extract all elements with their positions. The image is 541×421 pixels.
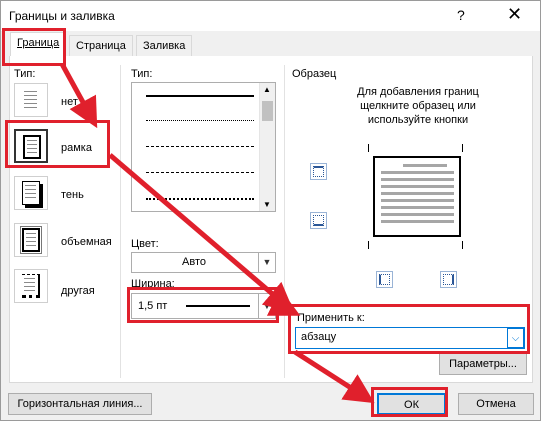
left-border-button[interactable]: [376, 271, 393, 288]
left-border-icon: [379, 274, 390, 285]
apply-to-select[interactable]: абзацу ⌵: [295, 327, 525, 349]
box-border-icon: [23, 135, 41, 159]
tab-shading[interactable]: Заливка: [136, 35, 193, 57]
preview-label: Образец: [292, 68, 337, 80]
apply-to-value: абзацу: [301, 331, 337, 343]
scroll-up-icon[interactable]: ▲: [263, 85, 271, 94]
chevron-down-icon[interactable]: ▼: [258, 253, 275, 272]
shadow-border-icon: [22, 181, 40, 205]
line-style-dashed[interactable]: [146, 172, 254, 173]
custom-border-icon: [22, 274, 40, 298]
divider: [284, 65, 285, 378]
top-border-icon: [313, 166, 324, 177]
cancel-button[interactable]: Отмена: [458, 393, 534, 415]
setting-box-button[interactable]: [14, 129, 48, 163]
width-select[interactable]: 1,5 пт ▼: [131, 293, 276, 319]
color-select[interactable]: Авто ▼: [131, 252, 276, 273]
setting-none-label: нет: [61, 96, 78, 108]
line-style-dotted[interactable]: [146, 120, 254, 121]
options-button[interactable]: Параметры...: [439, 353, 527, 375]
tab-shading-label: Заливка: [143, 40, 186, 52]
chevron-down-icon[interactable]: ⌵: [507, 328, 524, 348]
width-value: 1,5 пт: [138, 300, 168, 312]
preview-area[interactable]: [373, 156, 461, 237]
setting-3d-label: объемная: [61, 236, 112, 248]
width-sample-line: [186, 305, 250, 307]
scroll-thumb[interactable]: [262, 101, 273, 121]
bottom-border-button[interactable]: [310, 212, 327, 229]
tab-page-label: Страница: [76, 40, 126, 52]
line-style-dashed-small[interactable]: [146, 146, 254, 147]
none-border-icon: [22, 88, 40, 112]
right-border-button[interactable]: [440, 271, 457, 288]
tab-page[interactable]: Страница: [69, 35, 133, 57]
help-icon[interactable]: ?: [457, 7, 465, 23]
ok-button[interactable]: ОК: [377, 393, 446, 415]
setting-custom-label: другая: [61, 285, 95, 297]
style-label: Тип:: [131, 68, 153, 80]
line-style-dash-dot[interactable]: [146, 198, 254, 200]
setting-custom-button[interactable]: [14, 269, 48, 303]
line-style-solid[interactable]: [146, 95, 254, 97]
right-border-icon: [443, 274, 454, 285]
apply-to-label: Применить к:: [297, 312, 365, 324]
setting-box-label: рамка: [61, 142, 92, 154]
setting-3d-button[interactable]: [14, 223, 48, 257]
horizontal-line-button[interactable]: Горизонтальная линия...: [8, 393, 152, 415]
setting-label: Тип:: [14, 68, 36, 80]
setting-shadow-button[interactable]: [14, 176, 48, 210]
preview-hint: Для добавления границ щелкните образец и…: [357, 86, 479, 126]
title-bar: Границы и заливка ? ✕: [1, 1, 540, 31]
setting-none-button[interactable]: [14, 83, 48, 117]
top-border-button[interactable]: [310, 163, 327, 180]
borders-and-shading-dialog: Границы и заливка ? ✕ Граница Страница З…: [0, 0, 541, 421]
tab-border[interactable]: Граница: [10, 32, 67, 57]
width-label: Ширина:: [131, 278, 175, 290]
bottom-border-icon: [313, 215, 324, 226]
dialog-title: Границы и заливка: [9, 9, 115, 23]
color-value: Авто: [182, 256, 206, 268]
color-label: Цвет:: [131, 238, 159, 250]
tab-border-label: Граница: [17, 37, 60, 49]
chevron-down-icon[interactable]: ▼: [258, 294, 275, 318]
close-icon[interactable]: ✕: [507, 4, 522, 25]
divider: [120, 65, 121, 378]
line-style-scrollbar[interactable]: ▲ ▼: [259, 83, 275, 211]
line-style-list[interactable]: ▲ ▼: [131, 82, 276, 212]
3d-border-icon: [20, 226, 42, 254]
setting-shadow-label: тень: [61, 189, 84, 201]
scroll-down-icon[interactable]: ▼: [263, 200, 271, 209]
